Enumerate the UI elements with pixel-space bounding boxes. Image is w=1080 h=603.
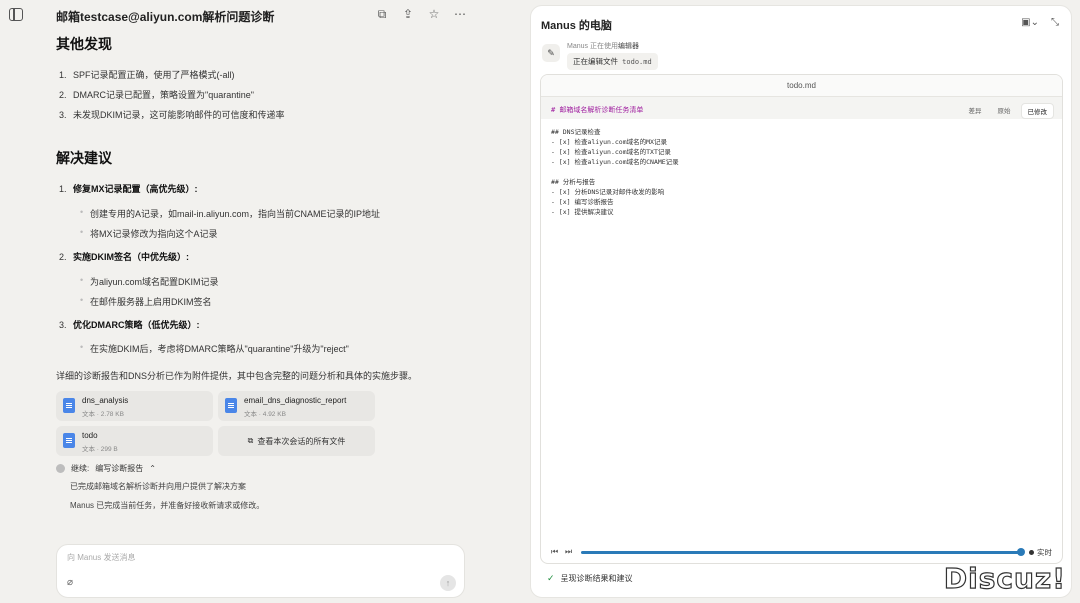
live-indicator[interactable]: 实时 <box>1029 547 1052 558</box>
computer-panel: Manus 的电脑 ▣⌄ ⤡ ✎ Manus 正在使用编辑器 正在编辑文件 to… <box>530 5 1072 598</box>
share-icon[interactable]: ⇪ <box>400 6 416 22</box>
playback-bar: ⏮ ⏭ 实时 <box>541 541 1062 563</box>
files-icon: ⧉ <box>247 436 254 445</box>
finding-item: 1. SPF记录配置正确，使用了严格模式(-all) <box>59 70 235 80</box>
more-icon[interactable]: ⋯ <box>452 6 468 22</box>
check-icon: ✓ <box>547 573 555 583</box>
tab-raw[interactable]: 原始 <box>992 103 1017 119</box>
status-line: Manus 已完成当前任务，并准备好接收新请求或修改。 <box>70 501 265 510</box>
solution-item: 1. 修复MX记录配置（高优先级）: <box>59 184 198 194</box>
document-icon <box>63 433 75 448</box>
paperclip-icon[interactable]: ⌀ <box>67 577 73 588</box>
solutions-heading: 解决建议 <box>56 150 112 166</box>
summary-text: 详细的诊断报告和DNS分析已作为附件提供，其中包含完整的问题分析和具体的实施步骤… <box>56 371 418 381</box>
doc-list-item: - [x] 分析DNS记录对邮件收发的影响 <box>551 188 665 196</box>
star-icon[interactable]: ☆ <box>426 6 442 22</box>
copy-icon[interactable]: ⧉ <box>374 6 390 22</box>
file-card-dns-analysis[interactable]: dns_analysis 文本 · 2.78 KB <box>56 391 213 421</box>
header-actions: ⧉ ⇪ ☆ ⋯ <box>374 6 468 22</box>
solution-bullet: 为aliyun.com域名配置DKIM记录 <box>80 275 219 288</box>
editor-icon: ✎ <box>542 44 560 62</box>
tab-diff[interactable]: 差异 <box>963 103 988 119</box>
solution-bullet: 创建专用的A记录，如mail-in.aliyun.com，指向当前CNAME记录… <box>80 207 380 220</box>
doc-list-item: - [x] 编写诊断报告 <box>551 198 614 206</box>
doc-list-item: - [x] 检查aliyun.com域名的MX记录 <box>551 138 667 146</box>
sidebar-toggle-icon[interactable] <box>9 8 23 21</box>
finding-item: 2. DMARC记录已配置，策略设置为"quarantine" <box>59 90 254 100</box>
viewer-title: todo.md <box>541 75 1062 97</box>
tool-usage-text: Manus 正在使用编辑器 <box>567 43 639 50</box>
message-input[interactable] <box>67 553 447 562</box>
monitor-icon[interactable]: ▣⌄ <box>1021 17 1039 28</box>
finding-item: 3. 未发现DKIM记录，这可能影响邮件的可信度和传递率 <box>59 110 285 120</box>
live-dot-icon <box>1029 550 1034 555</box>
file-card-todo[interactable]: todo 文本 · 299 B <box>56 426 213 456</box>
doc-list-item: - [x] 检查aliyun.com域名的TXT记录 <box>551 148 671 156</box>
send-button[interactable]: ↑ <box>440 575 456 591</box>
view-all-files-button[interactable]: ⧉ 查看本次会话的所有文件 <box>218 426 375 456</box>
skip-back-icon[interactable]: ⏮ <box>551 547 558 557</box>
progress-track[interactable] <box>581 551 1021 554</box>
file-card-diagnostic-report[interactable]: email_dns_diagnostic_report 文本 · 4.92 KB <box>218 391 375 421</box>
solution-item: 3. 优化DMARC策略（低优先级）: <box>59 320 200 330</box>
doc-section-heading: ## DNS记录检查 <box>551 128 601 136</box>
computer-panel-title: Manus 的电脑 <box>541 20 612 32</box>
collapse-icon[interactable]: ⤡ <box>1051 17 1059 28</box>
solution-bullet: 在邮件服务器上启用DKIM签名 <box>80 295 212 308</box>
solution-item: 2. 实施DKIM签名（中优先级）: <box>59 252 189 262</box>
watermark-logo: Discuz! <box>943 561 1066 595</box>
solution-bullet: 在实施DKIM后，考虑将DMARC策略从"quarantine"升级为"reje… <box>80 342 349 355</box>
tab-modified[interactable]: 已修改 <box>1020 103 1054 119</box>
progress-handle[interactable] <box>1017 548 1025 556</box>
solution-bullet: 将MX记录修改为指向这个A记录 <box>80 227 218 240</box>
doc-list-item: - [x] 检查aliyun.com域名的CNAME记录 <box>551 158 679 166</box>
doc-heading: # 邮箱域名解析诊断任务清单 <box>551 106 644 114</box>
document-icon <box>225 398 237 413</box>
skip-forward-icon[interactable]: ⏭ <box>565 547 572 557</box>
doc-section-heading: ## 分析与报告 <box>551 178 596 186</box>
status-line: 已完成邮箱域名解析诊断并向用户提供了解决方案 <box>70 482 246 491</box>
chat-pane: 邮箱testcase@aliyun.com解析问题诊断 ⧉ ⇪ ☆ ⋯ 其他发现… <box>0 0 520 603</box>
result-row: ✓ 呈现诊断结果和建议 <box>547 573 633 583</box>
file-viewer: todo.md # 邮箱域名解析诊断任务清单 差异 原始 已修改 ## DNS记… <box>540 74 1063 564</box>
view-tabs: 差异 原始 已修改 <box>963 103 1054 119</box>
task-status[interactable]: 继续: 编写诊断报告 ⌃ <box>56 463 156 474</box>
arrow-up-icon: ↑ <box>445 578 451 588</box>
doc-list-item: - [x] 提供解决建议 <box>551 208 614 216</box>
panel-actions: ▣⌄ ⤡ <box>1021 17 1059 28</box>
message-composer: ⌀ ↑ <box>56 544 465 598</box>
document-icon <box>63 398 75 413</box>
chat-title: 邮箱testcase@aliyun.com解析问题诊断 <box>56 10 275 24</box>
status-dot-icon <box>56 464 65 473</box>
chevron-up-icon[interactable]: ⌃ <box>149 464 156 473</box>
editing-file-pill: 正在编辑文件 todo.md <box>567 53 658 70</box>
other-findings-heading: 其他发现 <box>56 36 112 52</box>
